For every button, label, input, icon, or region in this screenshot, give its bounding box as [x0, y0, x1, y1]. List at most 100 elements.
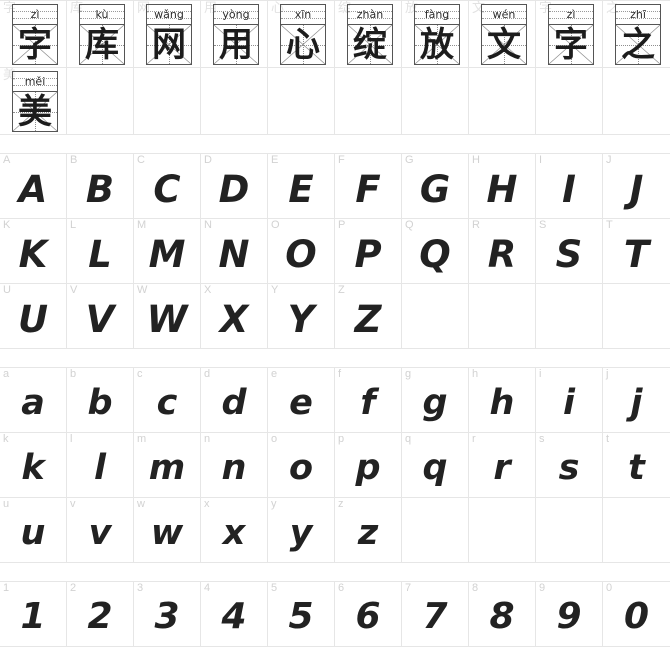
- cjk-cell[interactable]: 心 xīn 心: [268, 1, 335, 67]
- cjk-cell[interactable]: 美 měi 美: [0, 68, 67, 134]
- uppercase-cell[interactable]: EE: [268, 154, 335, 218]
- uppercase-cell[interactable]: YY: [268, 284, 335, 348]
- digit-cell[interactable]: 66: [335, 582, 402, 646]
- pinyin-text: xīn: [294, 8, 312, 21]
- cjk-cell[interactable]: 字 zì 字: [536, 1, 603, 67]
- uppercase-cell[interactable]: AA: [0, 154, 67, 218]
- digit-glyph: 9: [556, 596, 582, 637]
- uppercase-glyph: R: [487, 232, 517, 276]
- cjk-cell[interactable]: 用 yòng 用: [201, 1, 268, 67]
- empty-cell: [268, 68, 335, 134]
- cjk-cell[interactable]: 网 wǎng 网: [134, 1, 201, 67]
- lowercase-cell[interactable]: vv: [67, 498, 134, 562]
- digit-glyph: 0: [623, 596, 650, 637]
- uppercase-cell[interactable]: ZZ: [335, 284, 402, 348]
- digit-cell[interactable]: 22: [67, 582, 134, 646]
- empty-cell: [402, 68, 469, 134]
- lowercase-cell[interactable]: jj: [603, 368, 670, 432]
- uppercase-cell[interactable]: FF: [335, 154, 402, 218]
- digit-cell[interactable]: 00: [603, 582, 670, 646]
- digit-cell[interactable]: 33: [134, 582, 201, 646]
- uppercase-cell[interactable]: RR: [469, 219, 536, 283]
- pinyin-text: zhàn: [356, 8, 384, 21]
- lowercase-cell[interactable]: ww: [134, 498, 201, 562]
- uppercase-cell[interactable]: HH: [469, 154, 536, 218]
- lowercase-cell[interactable]: ff: [335, 368, 402, 432]
- lowercase-cell[interactable]: ll: [67, 433, 134, 497]
- lowercase-cell[interactable]: aa: [0, 368, 67, 432]
- lowercase-cell[interactable]: rr: [469, 433, 536, 497]
- lowercase-cell[interactable]: yy: [268, 498, 335, 562]
- lowercase-cell[interactable]: nn: [201, 433, 268, 497]
- lowercase-cell[interactable]: qq: [402, 433, 469, 497]
- character-practice-box: zì 字: [548, 4, 594, 65]
- lowercase-cell[interactable]: zz: [335, 498, 402, 562]
- uppercase-cell[interactable]: NN: [201, 219, 268, 283]
- pinyin-text: fàng: [424, 8, 450, 21]
- lowercase-cell[interactable]: ee: [268, 368, 335, 432]
- lowercase-cell[interactable]: gg: [402, 368, 469, 432]
- lowercase-cell[interactable]: uu: [0, 498, 67, 562]
- uppercase-glyph: D: [218, 167, 250, 211]
- uppercase-glyph: P: [354, 232, 382, 276]
- pinyin-box: zhàn: [347, 4, 393, 24]
- lowercase-cell[interactable]: ss: [536, 433, 603, 497]
- tianzige-box: 文: [481, 24, 527, 65]
- lowercase-cell[interactable]: pp: [335, 433, 402, 497]
- cjk-glyph: 库: [85, 24, 119, 65]
- lowercase-cell[interactable]: oo: [268, 433, 335, 497]
- uppercase-glyph: B: [85, 167, 115, 211]
- lowercase-cell[interactable]: tt: [603, 433, 670, 497]
- uppercase-cell[interactable]: II: [536, 154, 603, 218]
- lowercase-cell[interactable]: kk: [0, 433, 67, 497]
- lowercase-cell[interactable]: bb: [67, 368, 134, 432]
- digit-cell[interactable]: 99: [536, 582, 603, 646]
- uppercase-cell[interactable]: BB: [67, 154, 134, 218]
- lowercase-cell[interactable]: xx: [201, 498, 268, 562]
- uppercase-cell[interactable]: CC: [134, 154, 201, 218]
- cjk-cell[interactable]: 文 wén 文: [469, 1, 536, 67]
- digit-cell[interactable]: 11: [0, 582, 67, 646]
- cjk-cell[interactable]: 绽 zhàn 绽: [335, 1, 402, 67]
- uppercase-row: UUVVWWXXYYZZ: [0, 284, 670, 349]
- uppercase-cell[interactable]: UU: [0, 284, 67, 348]
- uppercase-cell[interactable]: QQ: [402, 219, 469, 283]
- pinyin-box: wǎng: [146, 4, 192, 24]
- lowercase-cell[interactable]: hh: [469, 368, 536, 432]
- cjk-cell[interactable]: 字 zì 字: [0, 1, 67, 67]
- empty-cell: [603, 498, 670, 562]
- uppercase-cell[interactable]: XX: [201, 284, 268, 348]
- character-practice-box: fàng 放: [414, 4, 460, 65]
- digit-cell[interactable]: 88: [469, 582, 536, 646]
- digit-cell[interactable]: 44: [201, 582, 268, 646]
- empty-cell: [536, 68, 603, 134]
- pinyin-text: měi: [24, 75, 46, 88]
- uppercase-cell[interactable]: WW: [134, 284, 201, 348]
- cjk-cell[interactable]: 之 zhī 之: [603, 1, 670, 67]
- lowercase-cell[interactable]: mm: [134, 433, 201, 497]
- lowercase-cell[interactable]: cc: [134, 368, 201, 432]
- digit-cell[interactable]: 55: [268, 582, 335, 646]
- character-practice-box: wǎng 网: [146, 4, 192, 65]
- uppercase-cell[interactable]: LL: [67, 219, 134, 283]
- lowercase-cell[interactable]: dd: [201, 368, 268, 432]
- uppercase-cell[interactable]: PP: [335, 219, 402, 283]
- empty-cell: [603, 68, 670, 134]
- uppercase-cell[interactable]: DD: [201, 154, 268, 218]
- pinyin-box: zhī: [615, 4, 661, 24]
- cjk-cell[interactable]: 库 kù 库: [67, 1, 134, 67]
- uppercase-cell[interactable]: SS: [536, 219, 603, 283]
- uppercase-cell[interactable]: VV: [67, 284, 134, 348]
- cjk-cell[interactable]: 放 fàng 放: [402, 1, 469, 67]
- uppercase-cell[interactable]: OO: [268, 219, 335, 283]
- uppercase-section: AABBCCDDEEFFGGHHIIJJ KKLLMMNNOOPPQQRRSSTT…: [0, 153, 670, 349]
- uppercase-cell[interactable]: TT: [603, 219, 670, 283]
- lowercase-cell[interactable]: ii: [536, 368, 603, 432]
- digit-cell[interactable]: 77: [402, 582, 469, 646]
- digit-glyph: 6: [355, 596, 381, 637]
- uppercase-cell[interactable]: KK: [0, 219, 67, 283]
- uppercase-cell[interactable]: MM: [134, 219, 201, 283]
- pinyin-text: wén: [492, 8, 516, 21]
- uppercase-cell[interactable]: JJ: [603, 154, 670, 218]
- uppercase-cell[interactable]: GG: [402, 154, 469, 218]
